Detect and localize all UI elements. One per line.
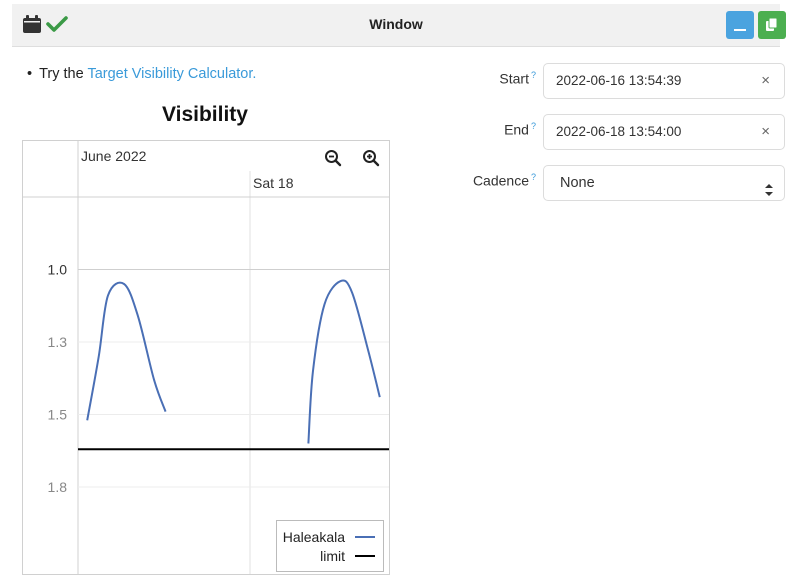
- minimize-icon: [734, 29, 746, 31]
- copy-button[interactable]: [758, 11, 786, 39]
- end-value: 2022-06-18 13:54:00: [556, 124, 682, 139]
- haleakala-series-line: [86, 281, 167, 421]
- plot-title: Visibility: [162, 103, 248, 126]
- y-tick-label: 1.5: [48, 407, 68, 423]
- y-tick-label: 1.8: [48, 479, 68, 495]
- window-title: Window: [369, 16, 423, 32]
- day-label: Sat 18: [253, 175, 294, 191]
- end-label: End?: [504, 121, 536, 138]
- visibility-chart: June 2022 Sat 18 1.0 1.3 1.5 1.8: [23, 141, 389, 574]
- copy-icon: [766, 17, 778, 31]
- legend-item-haleakala: Haleakala: [283, 528, 375, 546]
- legend-label-haleakala: Haleakala: [282, 529, 345, 545]
- start-value: 2022-06-16 13:54:39: [556, 73, 682, 88]
- start-label: Start?: [499, 70, 536, 87]
- chart-legend: Haleakala limit: [276, 520, 384, 572]
- end-help-icon[interactable]: ?: [531, 121, 536, 131]
- legend-item-limit: limit: [320, 547, 375, 565]
- start-help-icon[interactable]: ?: [531, 70, 536, 80]
- cadence-select[interactable]: None: [543, 165, 785, 201]
- target-visibility-calculator-link[interactable]: Target Visibility Calculator.: [87, 66, 256, 82]
- cadence-help-icon[interactable]: ?: [531, 172, 536, 182]
- select-arrows-icon: [764, 176, 774, 210]
- legend-swatch-limit: [355, 555, 375, 557]
- window-header: Window: [12, 4, 786, 47]
- month-label: June 2022: [81, 148, 147, 164]
- cadence-label: Cadence?: [472, 172, 536, 189]
- y-tick-label: 1.3: [48, 334, 68, 350]
- haleakala-series-line: [307, 279, 381, 444]
- end-clear-icon[interactable]: ×: [761, 115, 770, 149]
- bullet: •: [27, 66, 33, 82]
- cadence-value: None: [560, 175, 595, 191]
- y-tick-label: 1.0: [48, 262, 68, 278]
- intro-prefix: Try the: [39, 66, 88, 82]
- visibility-plot[interactable]: June 2022 Sat 18 1.0 1.3 1.5 1.8 Haleakala …: [22, 140, 390, 575]
- start-clear-icon[interactable]: ×: [761, 64, 770, 98]
- intro-line: • Try the Target Visibility Calculator.: [27, 66, 256, 82]
- legend-label-limit: limit: [320, 548, 345, 564]
- end-input[interactable]: 2022-06-18 13:54:00 ×: [543, 114, 785, 150]
- legend-swatch-haleakala: [355, 536, 375, 538]
- minimize-button[interactable]: [726, 11, 754, 39]
- start-input[interactable]: 2022-06-16 13:54:39 ×: [543, 63, 785, 99]
